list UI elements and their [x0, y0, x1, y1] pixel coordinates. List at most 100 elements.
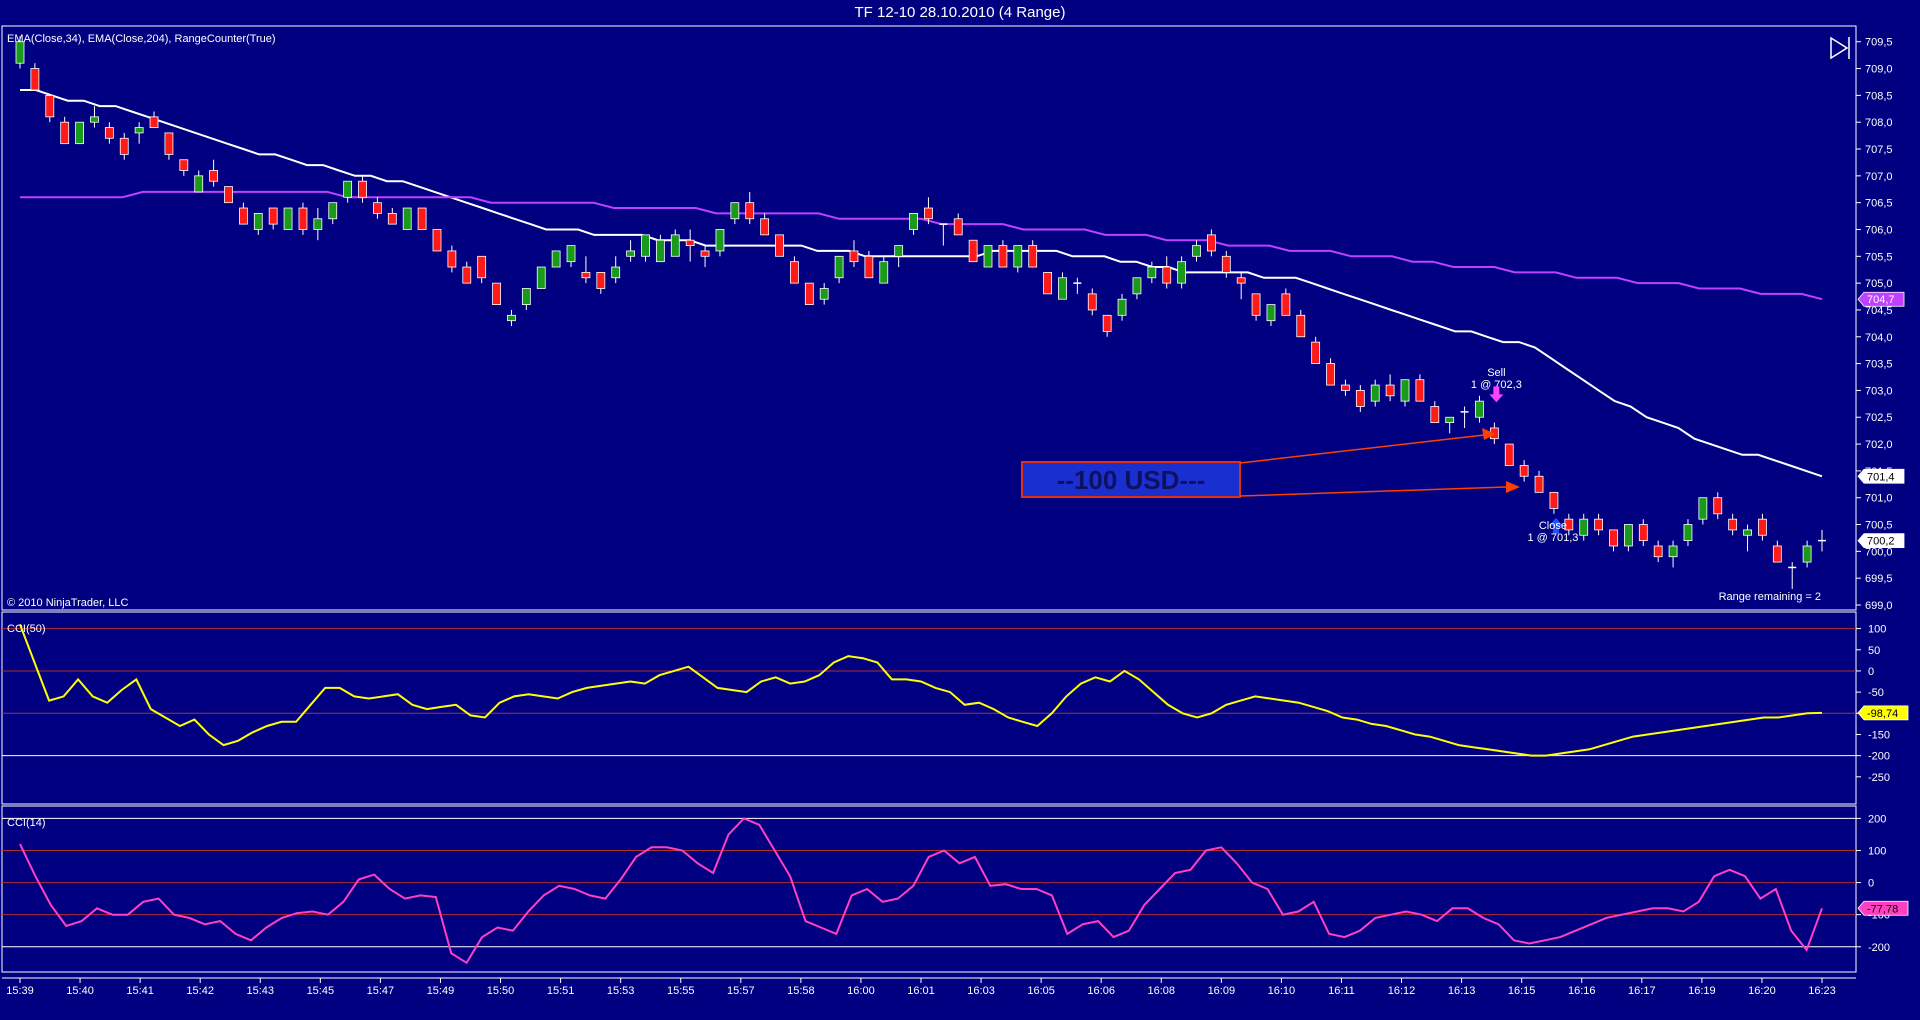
candle-body [149, 116, 159, 128]
candle-body [1221, 255, 1231, 273]
candle [1058, 272, 1067, 300]
candle-body [1713, 497, 1723, 515]
candle [462, 261, 472, 284]
time-tick-label: 16:17 [1628, 985, 1656, 997]
candle-body [1609, 529, 1618, 547]
candle-body [1519, 465, 1529, 477]
copyright-label: © 2010 NinjaTrader, LLC [7, 597, 128, 609]
price-tick-label: 708,0 [1865, 117, 1893, 129]
panel-frame-1 [1, 25, 1857, 611]
candle-body [998, 245, 1008, 268]
time-tick-label: 15:53 [607, 985, 635, 997]
candle [1385, 374, 1395, 402]
candle-body [298, 207, 308, 230]
candle [90, 106, 99, 128]
candle [1296, 309, 1306, 338]
candle-body [119, 137, 129, 155]
candle-body [968, 239, 978, 263]
cci50-tick-label: -150 [1868, 729, 1890, 741]
candle-body [432, 229, 442, 252]
candle-body [1117, 298, 1127, 316]
time-tick-label: 16:05 [1027, 985, 1055, 997]
candle [1117, 293, 1127, 321]
candle [1430, 401, 1440, 424]
candle-body [1504, 443, 1514, 466]
cci14-line [19, 817, 1823, 965]
candle [1445, 416, 1455, 434]
candle [1594, 513, 1604, 536]
candle [581, 256, 591, 284]
candle [209, 159, 219, 187]
chart-svg[interactable]: 709,5 709,0 708,5 708,0 707,5 707,0 706,5 706,0… [0, 0, 1920, 1020]
candle-body [700, 250, 710, 257]
candle [596, 272, 606, 294]
ema-fast-line [20, 89, 1823, 478]
candle-body [253, 212, 263, 230]
candle [1415, 374, 1425, 402]
candle-body [373, 202, 382, 214]
scroll-end-icon[interactable] [1830, 36, 1850, 60]
cci14-tick-label: -200 [1868, 942, 1890, 954]
candle-body [1653, 545, 1663, 558]
price-tick-label: 706,5 [1865, 198, 1893, 210]
time-tick-label: 16:23 [1808, 985, 1836, 997]
candle [1370, 379, 1380, 407]
time-tick-label: 15:55 [667, 985, 695, 997]
candle [313, 208, 323, 241]
price-tick-label: 706,0 [1865, 224, 1893, 236]
candle [194, 170, 204, 193]
candle-body [1743, 529, 1752, 536]
candle [879, 256, 889, 284]
candle-body [179, 159, 189, 171]
candle [60, 116, 70, 145]
candle [358, 175, 367, 203]
time-tick-label: 16:13 [1448, 985, 1476, 997]
annotation-arrow-upper [1239, 434, 1485, 464]
scroll-end-triangle [1830, 36, 1849, 60]
candle-body [775, 234, 784, 257]
candle-body [358, 180, 367, 198]
cci14-tick-label: 0 [1868, 878, 1874, 890]
price-tick-label: 699,0 [1865, 600, 1893, 612]
candle [507, 309, 516, 327]
time-tick-label: 15:50 [487, 985, 515, 997]
candle-body [909, 212, 918, 230]
candle [1802, 540, 1812, 568]
candle-body [507, 314, 516, 322]
candle [1177, 256, 1187, 289]
candle-body [60, 121, 70, 145]
candle [343, 180, 353, 203]
candle-body [1355, 390, 1365, 407]
time-tick-label: 16:19 [1688, 985, 1716, 997]
candle [670, 229, 680, 257]
candle [1758, 513, 1767, 541]
candle [1326, 358, 1335, 386]
candle [804, 282, 814, 305]
candle-body [1594, 518, 1604, 531]
candle-body [492, 282, 501, 305]
close-detail: 1 @ 701,3 [1527, 532, 1578, 544]
time-tick-label: 16:09 [1208, 985, 1236, 997]
candle [1549, 491, 1559, 514]
candle-body [104, 127, 114, 139]
price-tick-label: 709,0 [1865, 64, 1893, 76]
candle [1668, 540, 1678, 568]
candle-body [1311, 341, 1321, 364]
candle [834, 255, 844, 284]
candle-body [670, 234, 680, 257]
candle [1311, 336, 1321, 364]
candle-body [1623, 524, 1633, 547]
candle [1236, 272, 1246, 300]
candle-body [566, 245, 576, 263]
candle-body [1087, 293, 1097, 311]
candle [492, 282, 501, 305]
candle-body [1385, 384, 1395, 397]
candle [1087, 288, 1097, 316]
candle-body [1147, 266, 1157, 279]
price-tick-label: 704,0 [1865, 332, 1893, 344]
price-tick-label: 700,0 [1865, 546, 1893, 558]
candle-body [283, 207, 293, 230]
candle-body [1683, 524, 1693, 542]
candle [119, 132, 129, 160]
candle-body [760, 218, 770, 236]
